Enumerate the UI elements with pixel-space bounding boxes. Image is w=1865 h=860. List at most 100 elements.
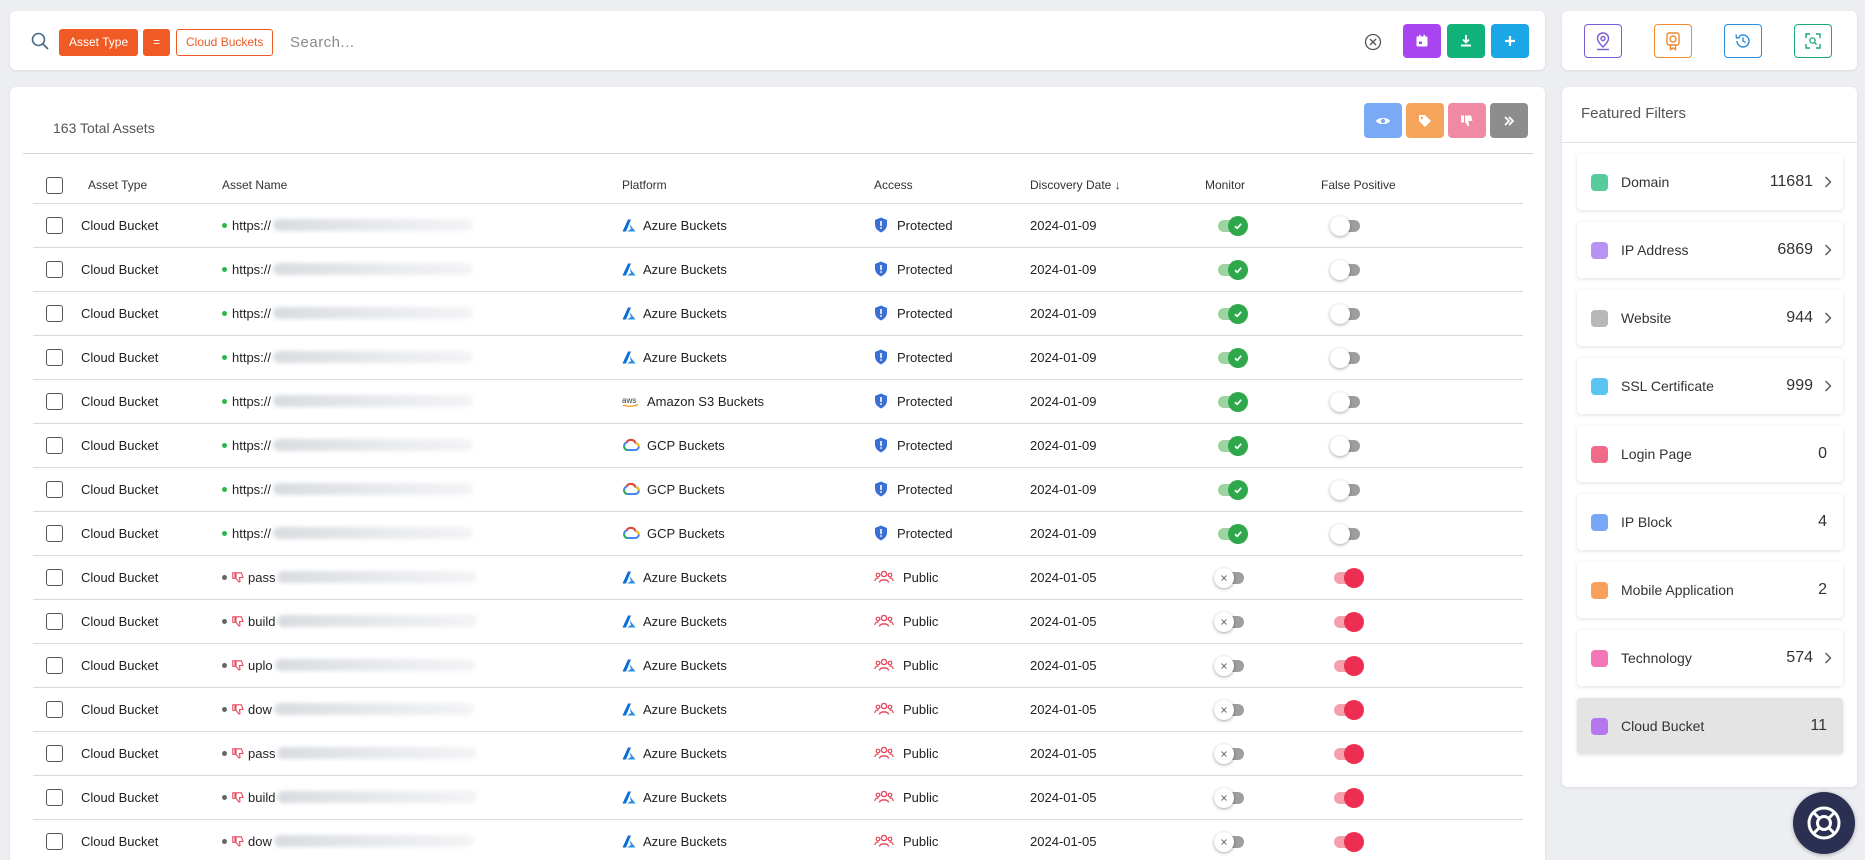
monitor-toggle[interactable] — [1214, 700, 1244, 721]
row-checkbox[interactable] — [46, 216, 63, 234]
false-positive-toggle[interactable] — [1334, 612, 1364, 633]
monitor-toggle[interactable] — [1214, 832, 1244, 853]
featured-filter-cloud-bucket[interactable]: Cloud Bucket 11 — [1577, 698, 1843, 754]
scan-button[interactable] — [1794, 24, 1832, 58]
row-checkbox[interactable] — [46, 700, 63, 718]
column-header-asset-type[interactable]: Asset Type — [81, 168, 222, 204]
add-asset-button[interactable] — [1491, 24, 1529, 58]
tag-button[interactable] — [1406, 103, 1444, 138]
asset-name-link[interactable]: https:// — [222, 262, 622, 277]
asset-name-link[interactable]: pass — [222, 746, 622, 761]
asset-name-link[interactable]: pass — [222, 570, 622, 585]
row-checkbox[interactable] — [46, 348, 63, 366]
column-header-platform[interactable]: Platform — [622, 168, 874, 204]
more-actions-button[interactable] — [1490, 103, 1528, 138]
asset-name-link[interactable]: https:// — [222, 350, 622, 365]
table-row[interactable]: Cloud Bucket pass Azure Buckets Public 2… — [33, 555, 1523, 600]
view-button[interactable] — [1364, 103, 1402, 138]
row-checkbox[interactable] — [46, 568, 63, 586]
history-button[interactable] — [1724, 24, 1762, 58]
monitor-toggle[interactable] — [1218, 480, 1248, 501]
schedule-button[interactable] — [1403, 24, 1441, 58]
table-row[interactable]: Cloud Bucket https:// Azure Buckets Prot… — [33, 247, 1523, 292]
row-checkbox[interactable] — [46, 392, 63, 410]
monitor-toggle[interactable] — [1214, 744, 1244, 765]
filter-chip-key[interactable]: Asset Type — [59, 29, 139, 56]
table-row[interactable]: Cloud Bucket uplo Azure Buckets Public 2… — [33, 643, 1523, 688]
false-positive-toggle[interactable] — [1330, 524, 1360, 545]
false-positive-toggle[interactable] — [1330, 348, 1360, 369]
monitor-toggle[interactable] — [1218, 216, 1248, 237]
row-checkbox[interactable] — [46, 304, 63, 322]
table-row[interactable]: Cloud Bucket dow Azure Buckets Public 20… — [33, 687, 1523, 732]
featured-filter-technology[interactable]: Technology 574 — [1577, 630, 1843, 686]
false-positive-toggle[interactable] — [1330, 480, 1360, 501]
filter-chip-value[interactable]: Cloud Buckets — [176, 29, 274, 56]
column-header-false-positive[interactable]: False Positive — [1321, 168, 1523, 204]
featured-filter-login-page[interactable]: Login Page 0 — [1577, 426, 1843, 482]
asset-name-link[interactable]: https:// — [222, 438, 622, 453]
table-row[interactable]: Cloud Bucket https:// Azure Buckets Prot… — [33, 291, 1523, 336]
asset-name-link[interactable]: https:// — [222, 394, 622, 409]
false-positive-toggle[interactable] — [1334, 656, 1364, 677]
row-checkbox[interactable] — [46, 832, 63, 850]
row-checkbox[interactable] — [46, 480, 63, 498]
monitor-toggle[interactable] — [1218, 260, 1248, 281]
featured-filter-website[interactable]: Website 944 — [1577, 290, 1843, 346]
column-header-discovery-date[interactable]: Discovery Date ↓ — [1030, 168, 1205, 204]
featured-filter-mobile-application[interactable]: Mobile Application 2 — [1577, 562, 1843, 618]
table-row[interactable]: Cloud Bucket build Azure Buckets Public … — [33, 599, 1523, 644]
help-button[interactable] — [1793, 792, 1855, 854]
column-header-monitor[interactable]: Monitor — [1205, 168, 1321, 204]
row-checkbox[interactable] — [46, 744, 63, 762]
asset-name-link[interactable]: dow — [222, 702, 622, 717]
row-checkbox[interactable] — [46, 436, 63, 454]
monitor-toggle[interactable] — [1214, 568, 1244, 589]
table-row[interactable]: Cloud Bucket https:// Azure Buckets Prot… — [33, 203, 1523, 248]
asset-name-link[interactable]: build — [222, 614, 622, 629]
row-checkbox[interactable] — [46, 524, 63, 542]
false-positive-toggle[interactable] — [1334, 832, 1364, 853]
clear-search-icon[interactable] — [1363, 32, 1383, 52]
false-positive-toggle[interactable] — [1334, 788, 1364, 809]
featured-filter-ssl-certificate[interactable]: SSL Certificate 999 — [1577, 358, 1843, 414]
table-row[interactable]: Cloud Bucket https:// GCP Buckets Protec… — [33, 467, 1523, 512]
false-positive-toggle[interactable] — [1330, 216, 1360, 237]
featured-filter-ip-address[interactable]: IP Address 6869 — [1577, 222, 1843, 278]
table-row[interactable]: Cloud Bucket dow Azure Buckets Public 20… — [33, 819, 1523, 860]
monitor-toggle[interactable] — [1214, 612, 1244, 633]
asset-name-link[interactable]: build — [222, 790, 622, 805]
false-positive-toggle[interactable] — [1334, 700, 1364, 721]
table-row[interactable]: Cloud Bucket https:// GCP Buckets Protec… — [33, 423, 1523, 468]
monitor-toggle[interactable] — [1218, 392, 1248, 413]
table-row[interactable]: Cloud Bucket https:// GCP Buckets Protec… — [33, 511, 1523, 556]
asset-name-link[interactable]: dow — [222, 834, 622, 849]
asset-name-link[interactable]: https:// — [222, 306, 622, 321]
false-positive-toggle[interactable] — [1330, 260, 1360, 281]
monitor-toggle[interactable] — [1218, 348, 1248, 369]
certificate-button[interactable] — [1654, 24, 1692, 58]
asset-name-link[interactable]: https:// — [222, 526, 622, 541]
false-positive-toggle[interactable] — [1330, 304, 1360, 325]
row-checkbox[interactable] — [46, 612, 63, 630]
monitor-toggle[interactable] — [1218, 436, 1248, 457]
column-header-asset-name[interactable]: Asset Name — [222, 168, 622, 204]
monitor-toggle[interactable] — [1214, 788, 1244, 809]
search-input[interactable] — [290, 29, 1340, 56]
column-header-access[interactable]: Access — [874, 168, 1030, 204]
location-button[interactable] — [1584, 24, 1622, 58]
monitor-toggle[interactable] — [1218, 304, 1248, 325]
table-row[interactable]: Cloud Bucket pass Azure Buckets Public 2… — [33, 731, 1523, 776]
monitor-toggle[interactable] — [1214, 656, 1244, 677]
featured-filter-ip-block[interactable]: IP Block 4 — [1577, 494, 1843, 550]
asset-name-link[interactable]: https:// — [222, 482, 622, 497]
table-row[interactable]: Cloud Bucket https:// aws Amazon S3 Bucke… — [33, 379, 1523, 424]
false-positive-toggle[interactable] — [1330, 392, 1360, 413]
download-button[interactable] — [1447, 24, 1485, 58]
featured-filter-domain[interactable]: Domain 11681 — [1577, 154, 1843, 210]
search-icon[interactable] — [30, 31, 50, 51]
asset-name-link[interactable]: https:// — [222, 218, 622, 233]
false-positive-toggle[interactable] — [1334, 568, 1364, 589]
table-row[interactable]: Cloud Bucket build Azure Buckets Public … — [33, 775, 1523, 820]
asset-name-link[interactable]: uplo — [222, 658, 622, 673]
